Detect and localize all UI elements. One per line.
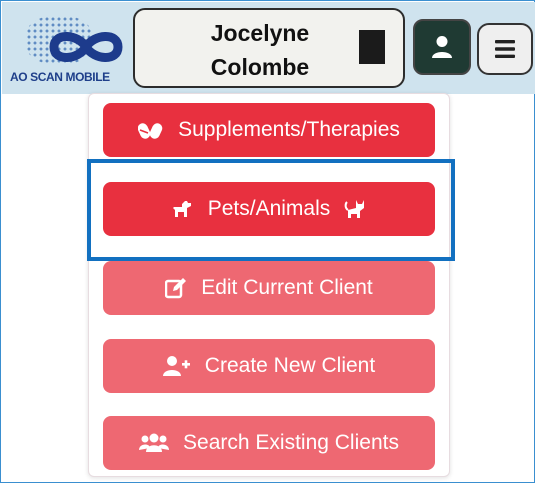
menu-item-label: Edit Current Client bbox=[201, 276, 373, 299]
app-frame: AO SCAN MOBILE Jocelyne Colombe Suppleme… bbox=[0, 0, 535, 483]
menu-item-label: Create New Client bbox=[204, 354, 376, 377]
menu-item-label: Pets/Animals bbox=[207, 197, 331, 220]
pills-icon bbox=[138, 123, 163, 139]
menu-item-edit-current-client[interactable]: Edit Current Client bbox=[103, 261, 435, 315]
profile-button[interactable] bbox=[413, 19, 471, 75]
user-icon bbox=[432, 36, 452, 58]
client-first-name: Jocelyne bbox=[210, 20, 310, 46]
dog-icon bbox=[172, 201, 191, 217]
hamburger-menu-button[interactable] bbox=[477, 23, 533, 75]
menu-item-search-existing-clients[interactable]: Search Existing Clients bbox=[103, 416, 435, 470]
app-logo: AO SCAN MOBILE bbox=[8, 8, 128, 92]
client-last-name: Colombe bbox=[210, 54, 310, 80]
menu-item-label: Supplements/Therapies bbox=[178, 118, 400, 141]
cat-icon bbox=[344, 200, 365, 218]
logo-text: AO SCAN MOBILE bbox=[10, 70, 110, 84]
menu-item-label: Search Existing Clients bbox=[183, 431, 399, 454]
menu-item-pets-animals[interactable]: Pets/Animals bbox=[103, 182, 435, 236]
dropdown-menu: Supplements/Therapies Pets/Animals Edit … bbox=[88, 93, 450, 477]
client-name: Jocelyne Colombe bbox=[155, 16, 365, 84]
menu-item-create-new-client[interactable]: Create New Client bbox=[103, 339, 435, 393]
infinity-logo-icon bbox=[49, 32, 123, 62]
client-color-swatch bbox=[359, 30, 385, 64]
users-icon bbox=[139, 433, 170, 452]
edit-icon bbox=[165, 278, 187, 299]
current-client-box[interactable]: Jocelyne Colombe bbox=[133, 8, 405, 88]
top-bar: AO SCAN MOBILE Jocelyne Colombe bbox=[2, 2, 535, 94]
hamburger-icon bbox=[495, 40, 515, 58]
user-plus-icon bbox=[162, 356, 190, 376]
menu-item-supplements-therapies[interactable]: Supplements/Therapies bbox=[103, 103, 435, 157]
